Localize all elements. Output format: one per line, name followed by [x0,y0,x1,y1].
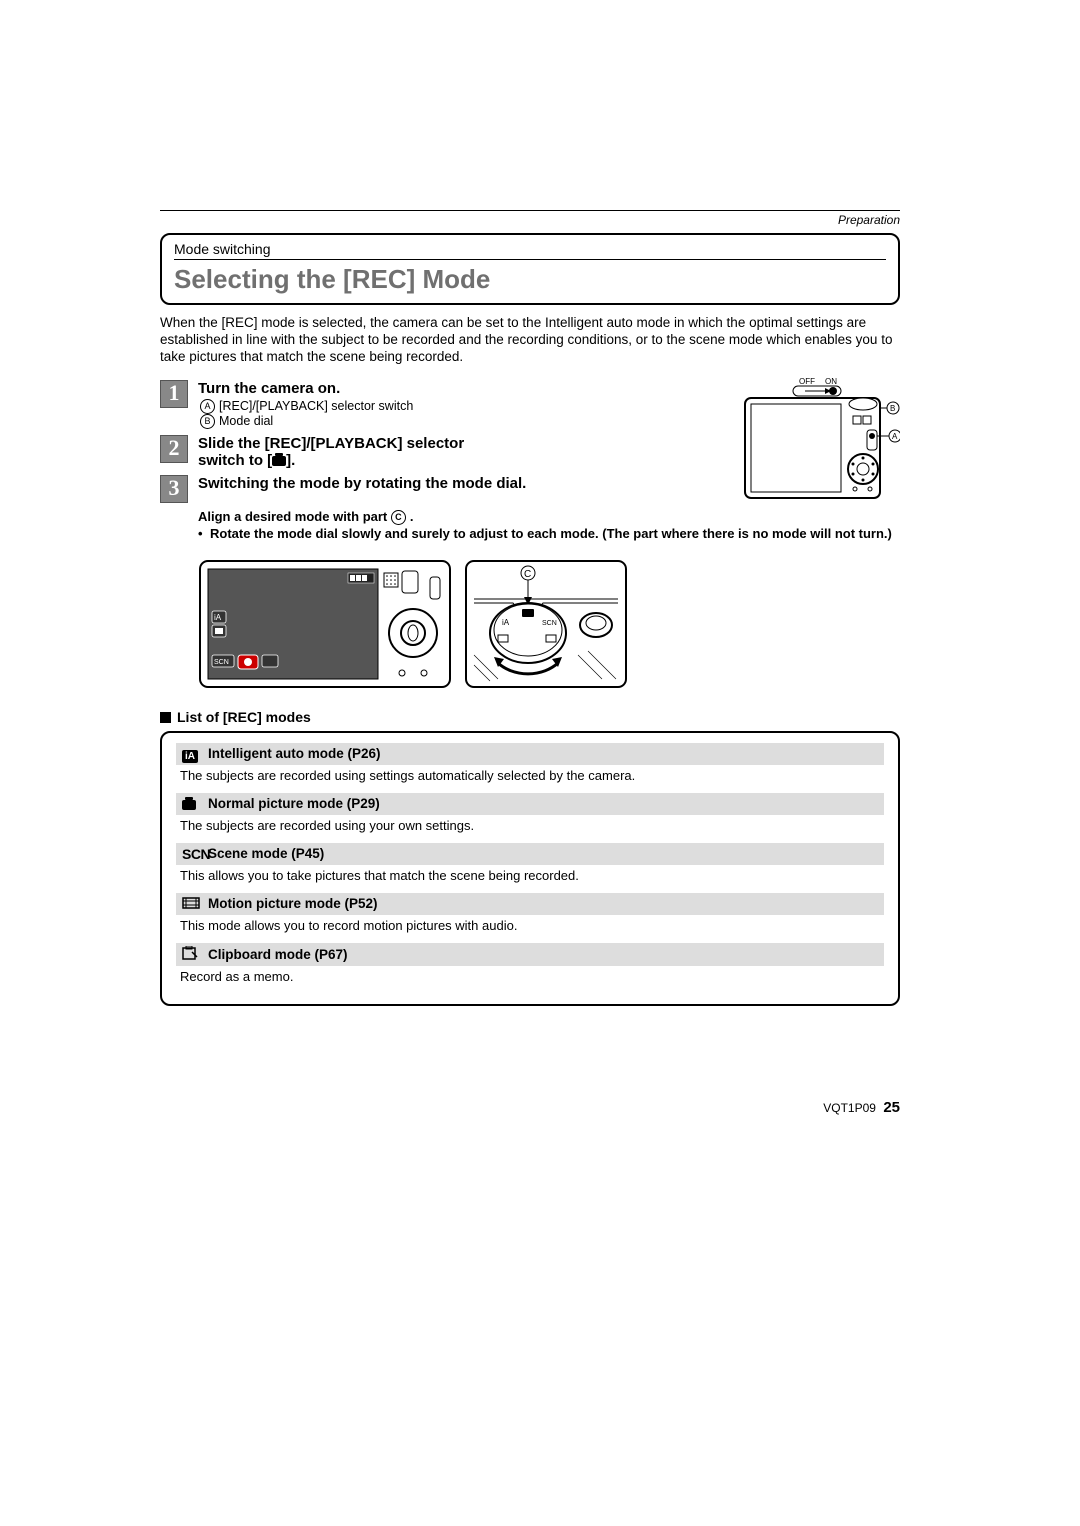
mark-b: B [890,404,895,413]
note-text: Rotate the mode dial slowly and surely t… [210,526,892,543]
list-header: List of [REC] modes [160,709,900,725]
step-title: Switching the mode by rotating the mode … [198,475,598,492]
camera-icon [272,456,286,466]
off-label: OFF [799,377,815,386]
steps: OFF ON A [160,380,900,695]
title-box: Mode switching Selecting the [REC] Mode [160,233,900,305]
svg-text:iA: iA [214,613,222,622]
step-number: 3 [160,475,188,503]
mark-c-icon: C [391,510,406,525]
category-label: Mode switching [174,241,886,260]
step-number: 2 [160,435,188,463]
modes-list: iA Intelligent auto mode (P26) The subje… [160,731,900,1006]
mode-title: Motion picture mode (P52) [208,896,378,911]
mode-desc: The subjects are recorded using your own… [176,815,884,839]
sub-text: [REC]/[PLAYBACK] selector switch [219,399,413,413]
svg-text:SCN: SCN [214,659,229,666]
mode-title: Intelligent auto mode (P26) [208,746,381,761]
on-label: ON [825,377,837,386]
mark-c: C [524,569,531,580]
scn-icon: SCN [182,846,208,862]
mode-title: Normal picture mode (P29) [208,796,380,811]
page-number: 25 [883,1099,900,1116]
mode-row: iA Intelligent auto mode (P26) The subje… [176,743,884,789]
mode-row: SCN Scene mode (P45) This allows you to … [176,843,884,889]
step-number: 1 [160,380,188,408]
doc-code: VQT1P09 [823,1101,876,1115]
mode-row: Clipboard mode (P67) Record as a memo. [176,943,884,990]
mark-a-icon: A [200,399,215,414]
footer: VQT1P09 25 [823,1099,900,1116]
step-title: Slide the [REC]/[PLAYBACK] selector swit… [198,435,598,469]
camera-back-illustration: OFF ON A [735,374,900,504]
mark-b-icon: B [200,414,215,429]
mode-title: Scene mode (P45) [208,846,324,861]
mode-title: Clipboard mode (P67) [208,947,348,962]
sub-text: Mode dial [219,414,273,428]
clipboard-icon [182,946,208,963]
motion-icon [182,896,208,912]
mode-row: Motion picture mode (P52) This mode allo… [176,893,884,939]
square-bullet-icon [160,712,171,723]
rule [160,210,900,211]
intro-text: When the [REC] mode is selected, the cam… [160,315,900,366]
step-3-notes: Align a desired mode with part C. • Rota… [198,509,900,543]
section-label: Preparation [160,213,900,227]
page-title: Selecting the [REC] Mode [174,264,886,295]
mode-desc: This allows you to take pictures that ma… [176,865,884,889]
mode-desc: The subjects are recorded using settings… [176,765,884,789]
ia-icon: iA [182,746,208,762]
svg-text:iA: iA [502,618,510,627]
mode-row: Normal picture mode (P29) The subjects a… [176,793,884,839]
bullet-icon: • [198,526,210,543]
manual-page: Preparation Mode switching Selecting the… [160,210,900,1006]
camera-icon [182,796,208,812]
mode-desc: Record as a memo. [176,966,884,990]
mark-a: A [892,432,898,441]
mode-desc: This mode allows you to record motion pi… [176,915,884,939]
svg-text:SCN: SCN [542,620,557,627]
mode-dial-diagram: iA SCN [198,555,628,695]
